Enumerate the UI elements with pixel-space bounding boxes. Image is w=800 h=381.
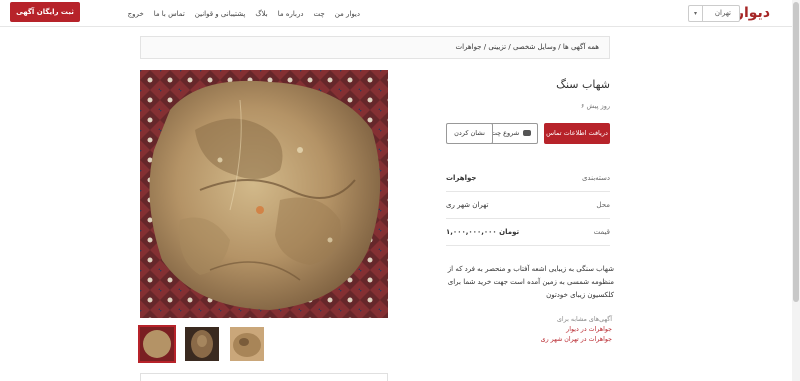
detail-key: قیمت xyxy=(593,228,610,236)
detail-value: تهران شهر ری xyxy=(446,201,489,209)
nav-item-support[interactable]: پشتیبانی و قوانین xyxy=(195,10,246,18)
detail-key: محل xyxy=(596,201,610,209)
detail-row-location: محل تهران شهر ری xyxy=(446,193,610,219)
thumbnail-1[interactable] xyxy=(138,325,176,363)
thumbnail-2[interactable] xyxy=(185,327,219,361)
thumbnail-1-image xyxy=(140,327,174,361)
related-heading: آگهی‌های مشابه برای xyxy=(556,316,612,323)
scrollbar[interactable] xyxy=(792,0,800,381)
city-select-value: تهران xyxy=(714,9,731,17)
detail-row-category: دسته‌بندی جواهرات xyxy=(446,166,610,192)
thumbnail-3-image xyxy=(230,327,264,361)
thumbnail-strip xyxy=(138,325,270,363)
detail-value[interactable]: جواهرات xyxy=(446,174,476,182)
contact-info-button[interactable]: دریافت اطلاعات تماس xyxy=(544,123,610,144)
related-links: آگهی‌های مشابه برای جواهرات در دیوار جوا… xyxy=(520,315,612,345)
related-link-jewelry-rey[interactable]: جواهرات در تهران شهر ری xyxy=(520,335,612,345)
detail-key: دسته‌بندی xyxy=(581,174,610,182)
thumbnail-2-image xyxy=(185,327,219,361)
post-ad-button[interactable]: ثبت رایگان آگهی xyxy=(10,2,80,22)
listing-description: شهاب سنگی به زیبایی اشعه آفتاب و منحصر ب… xyxy=(447,265,614,299)
nav-item-my-divar[interactable]: دیوار من xyxy=(335,10,360,18)
related-link-jewelry[interactable]: جواهرات در دیوار xyxy=(520,325,612,335)
bookmark-button[interactable]: نشان کردن xyxy=(446,123,493,144)
listing-time: ۶ روز پیش xyxy=(580,102,610,110)
detail-value: ۱,۰۰۰,۰۰۰,۰۰۰ تومان xyxy=(446,228,520,236)
breadcrumb[interactable]: همه آگهی ها / وسایل شخصی / تزیینی / جواه… xyxy=(140,36,610,59)
nav-item-contact[interactable]: تماس با ما xyxy=(154,10,185,18)
scrollbar-thumb[interactable] xyxy=(793,2,799,302)
caret-down-icon: ▾ xyxy=(689,6,703,21)
nav-item-chat[interactable]: چت xyxy=(313,10,324,18)
nav-item-about[interactable]: درباره ما xyxy=(278,10,304,18)
thumbnail-3[interactable] xyxy=(230,327,264,361)
nav-item-blog[interactable]: بلاگ xyxy=(255,10,267,18)
nav-bar: دیوار من چت درباره ما بلاگ پشتیبانی و قو… xyxy=(118,0,360,27)
listing-main-image[interactable] xyxy=(140,70,388,318)
meteorite-photo xyxy=(140,70,388,318)
nav-item-logout[interactable]: خروج xyxy=(128,10,144,18)
city-select[interactable]: تهران ▾ xyxy=(688,5,740,22)
listing-title: شهاب سنگ xyxy=(556,78,610,91)
bottom-panel xyxy=(140,373,388,381)
start-chat-label: شروع چت xyxy=(490,129,520,137)
top-header: دیوار تهران ▾ دیوار من چت درباره ما بلاگ… xyxy=(0,0,800,27)
detail-row-price: قیمت ۱,۰۰۰,۰۰۰,۰۰۰ تومان xyxy=(446,220,610,246)
chat-icon xyxy=(523,130,532,136)
logo[interactable]: دیوار xyxy=(736,5,770,21)
